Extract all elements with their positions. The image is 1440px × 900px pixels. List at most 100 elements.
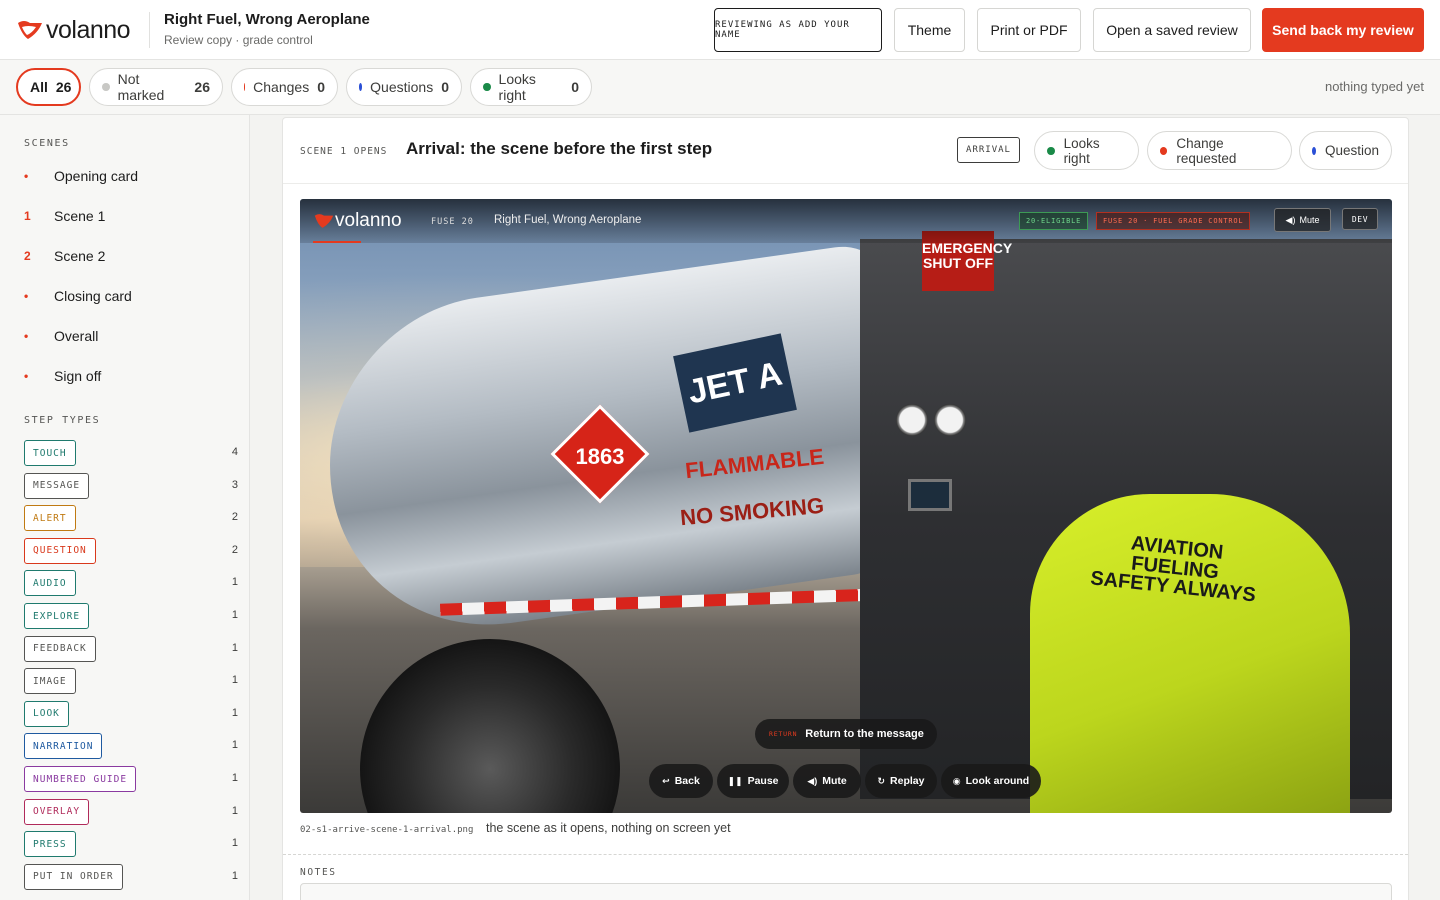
volanno-logo-icon: [18, 21, 42, 39]
gauge-icon: [896, 404, 928, 436]
blue-dot-icon: [1312, 146, 1316, 155]
step-type-count: 1: [231, 609, 238, 621]
step-type-row[interactable]: OVERLAY 1: [24, 798, 238, 825]
step-type-row[interactable]: LOOK 1: [24, 700, 238, 727]
red-dot-icon: [1160, 146, 1168, 155]
step-type-row[interactable]: QUESTION 2: [24, 537, 238, 564]
scene-label: Opening card: [54, 168, 139, 184]
filter-questions-count: 0: [441, 79, 449, 95]
pause-label: Pause: [747, 775, 779, 787]
app-header: volanno Right Fuel, Wrong Aeroplane Revi…: [0, 0, 1440, 60]
sidebar-item-closing-card[interactable]: • Closing card: [24, 285, 132, 307]
step-type-row[interactable]: MESSAGE 3: [24, 472, 238, 499]
step-type-row[interactable]: FEEDBACK 1: [24, 635, 238, 662]
pause-button[interactable]: ❚❚ Pause: [717, 764, 789, 798]
scene-logo: volanno: [313, 210, 402, 232]
speaker-icon: ◀): [1285, 214, 1296, 225]
sidebar-item-scene-1[interactable]: 1 Scene 1: [24, 205, 105, 227]
step-type-tag: AUDIO: [24, 570, 76, 597]
step-type-row[interactable]: PRESS 1: [24, 831, 238, 858]
step-type-tag: TOUCH: [24, 440, 76, 466]
replay-button[interactable]: ↻ Replay: [865, 764, 937, 798]
open-saved-review-button[interactable]: Open a saved review: [1093, 8, 1251, 52]
send-review-button[interactable]: Send back my review: [1262, 8, 1424, 52]
card-header: SCENE 1 OPENS Arrival: the scene before …: [283, 118, 1408, 184]
back-label: Back: [674, 775, 700, 787]
notes-input[interactable]: [300, 883, 1392, 900]
scene-label: Sign off: [54, 368, 102, 384]
filter-looks-right[interactable]: Looks right 0: [470, 68, 592, 106]
replay-icon: ↻: [877, 775, 886, 786]
page-title: Right Fuel, Wrong Aeroplane: [164, 11, 370, 28]
filter-questions[interactable]: Questions 0: [346, 68, 462, 106]
back-button[interactable]: ↩ Back: [649, 764, 713, 798]
notes-divider: [283, 854, 1408, 855]
gauge-icon: [934, 404, 966, 436]
logo-text: volanno: [46, 15, 131, 44]
step-type-row[interactable]: IMAGE 1: [24, 668, 238, 695]
scene-mute-button[interactable]: ◀) Mute: [1274, 208, 1331, 232]
mark-change-requested-button[interactable]: Change requested: [1147, 131, 1292, 170]
filter-all[interactable]: All 26: [16, 68, 81, 106]
step-type-count: 2: [231, 511, 238, 524]
step-type-tag: MESSAGE: [24, 472, 90, 499]
scene-marker: 2: [24, 249, 31, 263]
sidebar-item-opening-card[interactable]: • Opening card: [24, 165, 138, 187]
mark-looks-right-button[interactable]: Looks right: [1034, 131, 1139, 170]
fuse-label: FUSE 20: [431, 217, 474, 227]
step-type-row[interactable]: AUDIO 1: [24, 570, 238, 597]
return-label: Return to the message: [805, 728, 924, 740]
eye-icon: ◉: [952, 775, 961, 786]
filter-changes-label: Changes: [253, 79, 310, 95]
step-type-count: 1: [231, 739, 238, 752]
filter-all-label: All: [30, 79, 48, 95]
progress-underline: [313, 241, 361, 243]
step-type-row[interactable]: EXPLORE 1: [24, 603, 238, 629]
step-type-row[interactable]: NUMBERED GUIDE 1: [24, 766, 238, 792]
look-around-button[interactable]: ◉ Look around: [941, 764, 1041, 798]
step-type-tag: ALERT: [24, 505, 76, 532]
dev-button[interactable]: DEV: [1342, 208, 1378, 230]
reviewer-name-button[interactable]: REVIEWING AS ADD YOUR NAME: [714, 8, 882, 52]
step-type-tag: IMAGE: [24, 668, 76, 695]
filter-not-marked-count: 26: [194, 79, 210, 95]
sidebar-item-scene-2[interactable]: 2 Scene 2: [24, 245, 105, 267]
return-kicker: RETURN: [769, 730, 798, 738]
step-type-row[interactable]: PUT IN ORDER 1: [24, 863, 238, 890]
mute-label: Mute: [822, 775, 847, 787]
step-type-row[interactable]: NARRATION 1: [24, 733, 238, 760]
volanno-logo[interactable]: volanno: [16, 14, 131, 46]
blue-dot-icon: [359, 83, 363, 91]
scene-opens-label: SCENE 1 OPENS: [300, 146, 388, 157]
scene-label: Overall: [54, 328, 99, 344]
return-to-message-button[interactable]: RETURN Return to the message: [755, 719, 937, 749]
theme-button[interactable]: Theme: [894, 8, 965, 52]
mark-question-button[interactable]: Question: [1299, 131, 1392, 170]
scene-marker: 1: [24, 209, 31, 223]
filter-questions-label: Questions: [370, 79, 434, 95]
scene-label: Scene 2: [54, 248, 106, 264]
step-types-section-label: STEP TYPES: [24, 415, 101, 426]
step-type-row[interactable]: TOUCH 4: [24, 440, 238, 466]
scene-controls: ↩ Back ❚❚ Pause ◀) Mute ↻ Replay ◉ Look …: [649, 764, 1041, 798]
print-pdf-button[interactable]: Print or PDF: [977, 8, 1081, 52]
filter-changes[interactable]: Changes 0: [231, 68, 338, 106]
mute-button[interactable]: ◀) Mute: [793, 764, 861, 798]
step-type-tag: NARRATION: [24, 733, 103, 760]
step-type-row[interactable]: ALERT 2: [24, 505, 238, 532]
scene-label: Closing card: [54, 288, 132, 304]
scene-title: Arrival: the scene before the first step: [406, 139, 713, 158]
sidebar-item-sign-off[interactable]: • Sign off: [24, 365, 101, 387]
filter-all-count: 26: [55, 79, 72, 95]
arrival-tag: ARRIVAL: [957, 137, 1020, 163]
filter-not-marked[interactable]: Not marked 26: [89, 68, 223, 106]
step-type-count: 2: [231, 543, 238, 556]
step-type-tag: LOOK: [24, 700, 69, 727]
sidebar-item-overall[interactable]: • Overall: [24, 325, 98, 347]
step-type-tag: NUMBERED GUIDE: [24, 766, 137, 792]
caption-text: the scene as it opens, nothing on screen…: [486, 821, 731, 835]
step-type-count: 1: [231, 772, 238, 784]
speaker-icon: ◀): [807, 775, 818, 786]
green-dot-icon: [1047, 146, 1055, 155]
scene-mute-label: Mute: [1299, 215, 1320, 225]
